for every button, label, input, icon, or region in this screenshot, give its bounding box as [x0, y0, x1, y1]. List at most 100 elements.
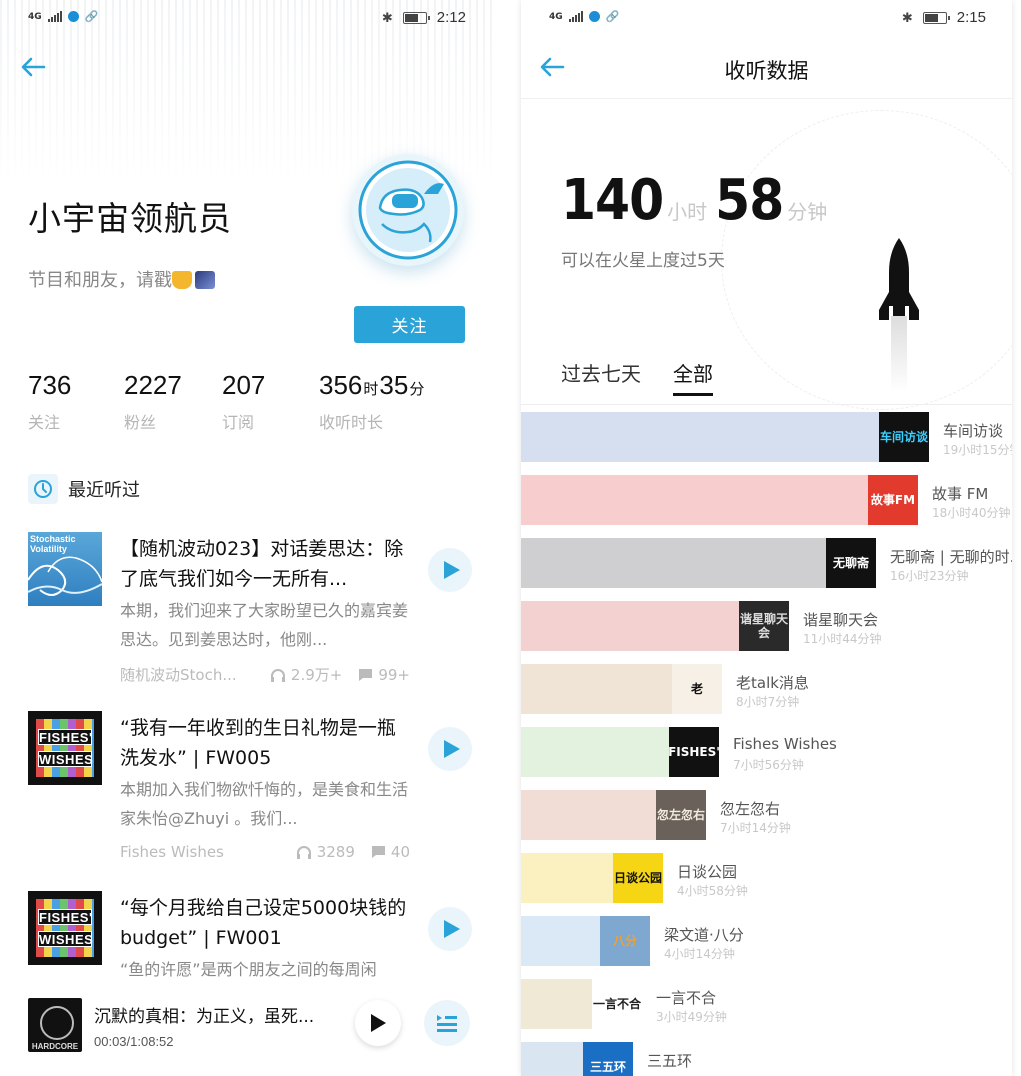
- cover-art: [36, 899, 94, 957]
- listen-duration: 19小时15分钟: [943, 443, 1012, 457]
- play-button[interactable]: [428, 548, 472, 592]
- ranking-row[interactable]: FISHES' Fishes Wishes 7小时56分钟: [521, 727, 1012, 777]
- episode-item[interactable]: Stochastic Volatility 【随机波动023】对话姜思达：除了底…: [28, 532, 474, 692]
- total-minutes: 58: [715, 168, 784, 233]
- comment-icon: [359, 668, 373, 681]
- time-range-tabs: 过去七天 全部: [561, 358, 713, 396]
- episode-item[interactable]: FISHES' WISHES “每个月我给自己设定5000块钱的budget” …: [28, 891, 474, 991]
- stat-value: 207: [222, 370, 266, 400]
- stat-label: 粉丝: [124, 413, 157, 432]
- ranking-row[interactable]: 故事FM 故事 FM 18小时40分钟: [521, 475, 1012, 525]
- ranking-row[interactable]: 车间访谈 车间访谈 19小时15分钟: [521, 412, 1012, 462]
- pointing-hand-icon: [172, 271, 192, 289]
- cover-text: 忽左忽右: [656, 808, 705, 822]
- listen-duration: 7小时56分钟: [733, 758, 804, 772]
- profile-screen: 4G 🔗 ✱ 2:12 小宇宙领航员 节目和朋友，请戳 关注 736 关注 22…: [0, 0, 492, 1076]
- stat-value: 356时35分: [319, 370, 425, 401]
- podcast-name: 车间访谈: [943, 422, 1004, 440]
- cover-text: 老: [690, 682, 703, 696]
- cover-text: FISHES': [669, 745, 719, 759]
- episode-item[interactable]: FISHES' WISHES “我有一年收到的生日礼物是一瓶洗发水” | FW0…: [28, 711, 474, 871]
- total-hours: 140: [561, 168, 664, 233]
- episode-description: 本期，我们迎来了大家盼望已久的嘉宾姜思达。见到姜思达时，他刚...: [120, 601, 409, 649]
- ranking-row[interactable]: 忽左忽右 忽左忽右 7小时14分钟: [521, 790, 1012, 840]
- tab-all[interactable]: 全部: [673, 358, 713, 396]
- player-cover: HARDCORE: [28, 998, 82, 1052]
- playlist-button[interactable]: [424, 1000, 470, 1046]
- stat-following[interactable]: 736 关注: [28, 370, 71, 433]
- ranking-row[interactable]: 三五环 三五环: [521, 1042, 1012, 1076]
- listen-minutes-unit: 分: [409, 380, 425, 398]
- episode-title: “每个月我给自己设定5000块钱的budget” | FW001: [120, 897, 407, 949]
- stat-subscriptions[interactable]: 207 订阅: [222, 370, 265, 433]
- podcast-cover: FISHES': [669, 727, 719, 777]
- cover-art: [36, 719, 94, 777]
- episode-cover: Stochastic Volatility: [28, 532, 102, 606]
- podcast-cover: 故事FM: [868, 475, 918, 525]
- ranking-row[interactable]: 一言不合 一言不合 3小时49分钟: [521, 979, 1012, 1029]
- status-time: 2:12: [436, 9, 466, 26]
- follow-button[interactable]: 关注: [354, 306, 465, 343]
- ranking-row[interactable]: 八分 梁文道·八分 4小时14分钟: [521, 916, 1012, 966]
- tab-last-seven-days[interactable]: 过去七天: [561, 358, 641, 396]
- comments-count: 40: [371, 843, 410, 861]
- podcast-name: 谐星聊天会: [803, 611, 879, 629]
- ranking-bar: [521, 979, 592, 1029]
- mini-player[interactable]: HARDCORE 沉默的真相：为正义，虽死... 00:03/1:08:52: [0, 990, 492, 1076]
- listen-duration: 4小时14分钟: [664, 947, 735, 961]
- ranking-bar: [521, 664, 672, 714]
- cover-text-top: FISHES': [38, 729, 93, 745]
- player-time: 00:03/1:08:52: [94, 1034, 174, 1049]
- podcast-cover: 车间访谈: [879, 412, 929, 462]
- signal-icon: [568, 11, 583, 22]
- play-icon: [371, 1014, 386, 1032]
- podcast-name[interactable]: Fishes Wishes: [120, 843, 280, 861]
- ranking-row[interactable]: 老 老talk消息 8小时7分钟: [521, 664, 1012, 714]
- play-button[interactable]: [428, 907, 472, 951]
- ranking-bar: [521, 727, 669, 777]
- ranking-row[interactable]: 谐星聊天会 谐星聊天会 11小时44分钟: [521, 601, 1012, 651]
- mars-caption: 可以在火星上度过5天: [561, 251, 725, 271]
- podcast-name: 日谈公园: [677, 863, 738, 881]
- episode-description: “鱼的许愿”是两个朋友之间的每周闲: [120, 960, 377, 979]
- status-bar: 4G 🔗 ✱ 2:12: [0, 0, 492, 36]
- ranking-bar: [521, 538, 826, 588]
- stat-followers[interactable]: 2227 粉丝: [124, 370, 182, 433]
- listen-duration: 18小时40分钟: [932, 506, 1011, 520]
- total-listen-time: 140 小时 58 分钟: [561, 168, 835, 233]
- listen-duration: 7小时14分钟: [720, 821, 791, 835]
- back-arrow-icon[interactable]: [20, 56, 46, 78]
- avatar[interactable]: [352, 154, 464, 266]
- network-label: 4G: [28, 11, 42, 22]
- listen-duration: 3小时49分钟: [656, 1010, 727, 1024]
- page-title: 收听数据: [724, 59, 809, 83]
- divider: [521, 98, 1012, 99]
- ranking-bar: [521, 790, 656, 840]
- play-button[interactable]: [428, 727, 472, 771]
- podcast-cover: 日谈公园: [613, 853, 663, 903]
- episode-meta: 随机波动Stoch... 2.9万+ 99+: [120, 664, 410, 685]
- ranking-row[interactable]: 日谈公园 日谈公园 4小时58分钟: [521, 853, 1012, 903]
- plays-value: 2.9万+: [290, 666, 343, 684]
- player-play-button[interactable]: [355, 1000, 401, 1046]
- player-title: 沉默的真相：为正义，虽死...: [94, 1007, 315, 1027]
- battery-icon: [402, 11, 430, 24]
- cover-text: 故事FM: [870, 493, 916, 507]
- signal-icon: [47, 11, 62, 22]
- status-bar: 4G 🔗 ✱ 2:15: [521, 0, 1012, 36]
- podcast-name[interactable]: 随机波动Stoch...: [120, 664, 254, 685]
- cover-text-bottom: WISHES: [38, 751, 94, 767]
- episode-meta: Fishes Wishes 3289 40: [120, 843, 410, 861]
- podcast-cover: 一言不合: [592, 979, 642, 1029]
- listen-duration: 11小时44分钟: [803, 632, 882, 646]
- cover-text: 一言不合: [592, 997, 641, 1011]
- stat-label: 关注: [28, 413, 61, 432]
- profile-bio: 节目和朋友，请戳: [28, 266, 215, 292]
- network-label: 4G: [549, 11, 563, 22]
- comments-count: 99+: [358, 666, 410, 684]
- stat-listen-time[interactable]: 356时35分 收听时长: [319, 370, 425, 433]
- listening-data-screen: 4G 🔗 ✱ 2:15 收听数据 140 小时 58 分钟 可以在火星上度过5天…: [521, 0, 1012, 1076]
- rocket-icon: [879, 238, 919, 392]
- ranking-row[interactable]: 无聊斋 无聊斋 | 无聊的时... 16小时23分钟: [521, 538, 1012, 588]
- plays-count: 3289: [296, 843, 355, 861]
